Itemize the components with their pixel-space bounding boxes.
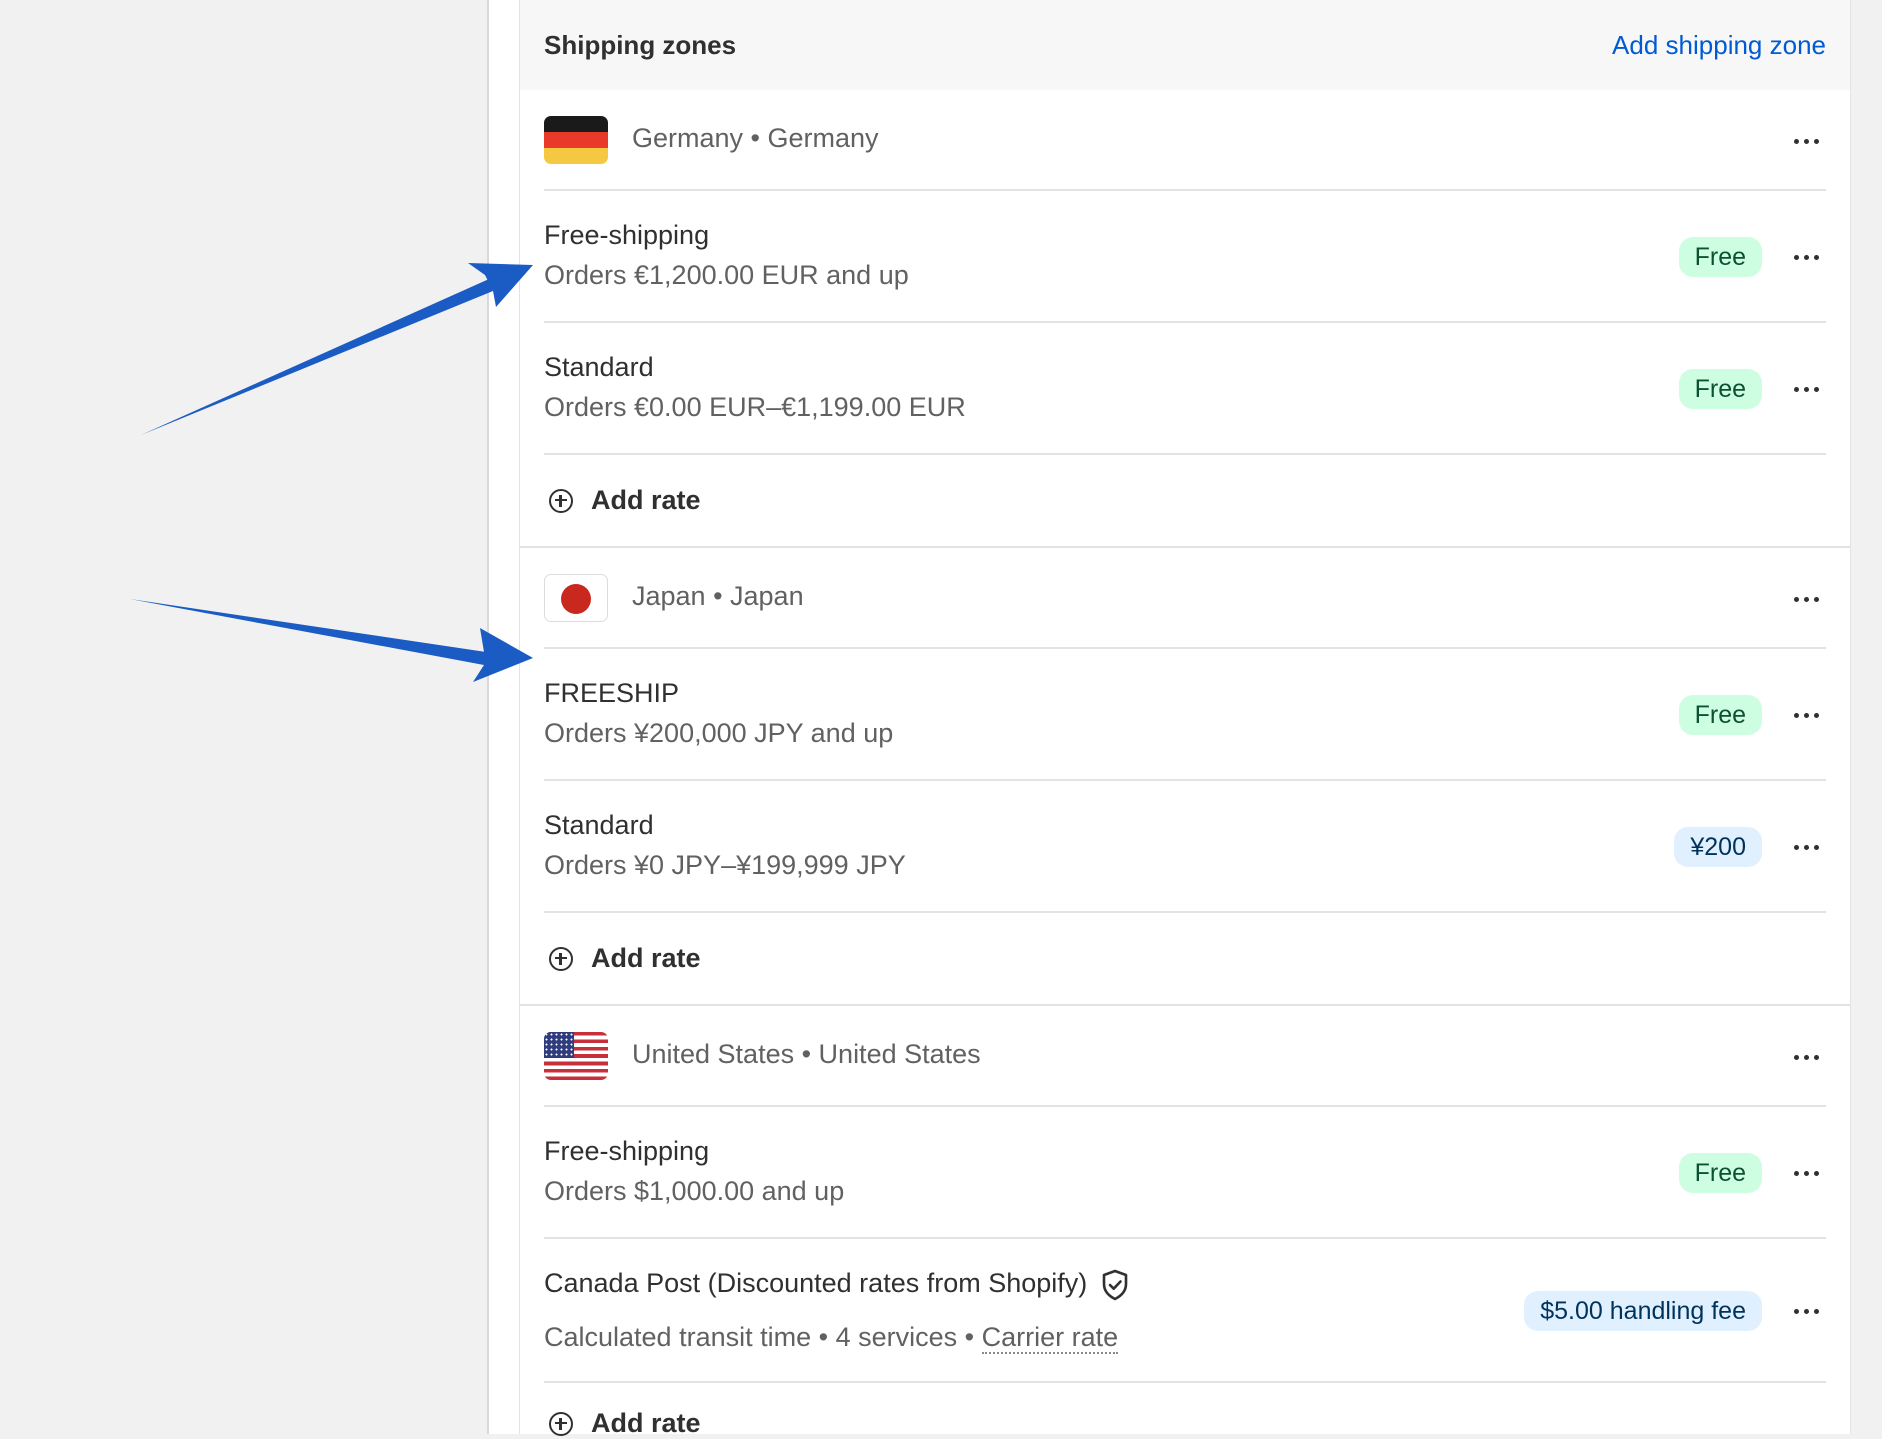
rate-price-badge: Free [1678, 369, 1762, 409]
rate-name: FREESHIP [544, 678, 680, 708]
rate-row: Free-shipping Orders €1,200.00 EUR and u… [544, 191, 1826, 323]
more-actions-icon[interactable] [1786, 374, 1826, 404]
more-actions-icon[interactable] [1786, 1158, 1826, 1188]
zone-header: United States • United States [544, 1006, 1826, 1107]
zone-header: Japan • Japan [544, 548, 1826, 649]
more-actions-icon[interactable] [1786, 1042, 1826, 1072]
add-rate-button[interactable]: Add rate [544, 485, 701, 516]
rate-name: Standard [544, 810, 654, 840]
more-actions-icon[interactable] [1786, 126, 1826, 156]
zone-name: Germany • Germany [632, 123, 879, 153]
rate-price-badge: $5.00 handling fee [1524, 1291, 1762, 1331]
rate-price-badge: Free [1678, 1153, 1762, 1193]
rate-name: Free-shipping [544, 1136, 710, 1166]
rate-price-badge: Free [1678, 237, 1762, 277]
content-gutter [489, 0, 519, 1434]
separator-dot: • [957, 1322, 982, 1352]
rate-condition: Orders €0.00 EUR–€1,199.00 EUR [544, 392, 966, 422]
zone-united-states: United States • United States Free-shipp… [520, 1006, 1850, 1438]
rate-condition: Orders €1,200.00 EUR and up [544, 260, 909, 290]
add-rate-label: Add rate [591, 943, 701, 973]
add-rate-label: Add rate [591, 1408, 701, 1438]
rate-price-badge: ¥200 [1674, 827, 1762, 867]
plus-circle-icon [549, 1411, 573, 1436]
rate-name: Free-shipping [544, 220, 710, 250]
rate-condition: Calculated transit time • 4 services • C… [544, 1322, 1119, 1354]
zone-name: Japan • Japan [632, 581, 804, 611]
more-actions-icon[interactable] [1786, 1296, 1826, 1326]
card-title: Shipping zones [544, 29, 737, 60]
add-rate-row: Add rate [544, 913, 1826, 1004]
shield-check-icon [1102, 1269, 1128, 1301]
add-rate-button[interactable]: Add rate [544, 943, 701, 974]
rate-condition: Orders ¥0 JPY–¥199,999 JPY [544, 850, 906, 880]
plus-circle-icon [549, 946, 573, 971]
rate-row: FREESHIP Orders ¥200,000 JPY and up Free [544, 649, 1826, 781]
rate-name: Standard [544, 352, 654, 382]
zone-germany: Germany • Germany Free-shipping Orders €… [520, 90, 1850, 548]
zone-header: Germany • Germany [544, 90, 1826, 191]
add-rate-row: Add rate [544, 1383, 1826, 1438]
transit-time: Calculated transit time [544, 1322, 812, 1352]
rate-row: Free-shipping Orders $1,000.00 and up Fr… [544, 1107, 1826, 1239]
more-actions-icon[interactable] [1786, 700, 1826, 730]
rate-name: Canada Post (Discounted rates from Shopi… [544, 1268, 1088, 1298]
rate-row: Canada Post (Discounted rates from Shopi… [544, 1239, 1826, 1383]
germany-flag-icon [544, 116, 608, 164]
more-actions-icon[interactable] [1786, 584, 1826, 614]
separator-dot: • [811, 1322, 836, 1352]
zone-name: United States • United States [632, 1039, 981, 1069]
more-actions-icon[interactable] [1786, 242, 1826, 272]
united-states-flag-icon [544, 1032, 608, 1080]
rate-name-row: Canada Post (Discounted rates from Shopi… [544, 1268, 1129, 1301]
rate-price-badge: Free [1678, 695, 1762, 735]
japan-flag-icon [544, 574, 608, 622]
add-rate-label: Add rate [591, 485, 701, 515]
carrier-rate-tooltip-trigger[interactable]: Carrier rate [981, 1322, 1119, 1354]
card-header: Shipping zones Add shipping zone [520, 0, 1850, 90]
rate-condition: Orders ¥200,000 JPY and up [544, 718, 894, 748]
plus-circle-icon [549, 488, 573, 513]
shipping-zones-card: Shipping zones Add shipping zone Germany… [519, 0, 1851, 1438]
add-rate-button[interactable]: Add rate [544, 1408, 701, 1439]
rate-row: Standard Orders ¥0 JPY–¥199,999 JPY ¥200 [544, 781, 1826, 913]
left-pane [0, 0, 487, 1434]
zone-japan: Japan • Japan FREESHIP Orders ¥200,000 J… [520, 548, 1850, 1006]
rate-row: Standard Orders €0.00 EUR–€1,199.00 EUR … [544, 323, 1826, 455]
services-count: 4 services [835, 1322, 958, 1352]
add-shipping-zone-link[interactable]: Add shipping zone [1612, 30, 1826, 61]
add-rate-row: Add rate [544, 455, 1826, 546]
more-actions-icon[interactable] [1786, 832, 1826, 862]
rate-condition: Orders $1,000.00 and up [544, 1176, 845, 1206]
